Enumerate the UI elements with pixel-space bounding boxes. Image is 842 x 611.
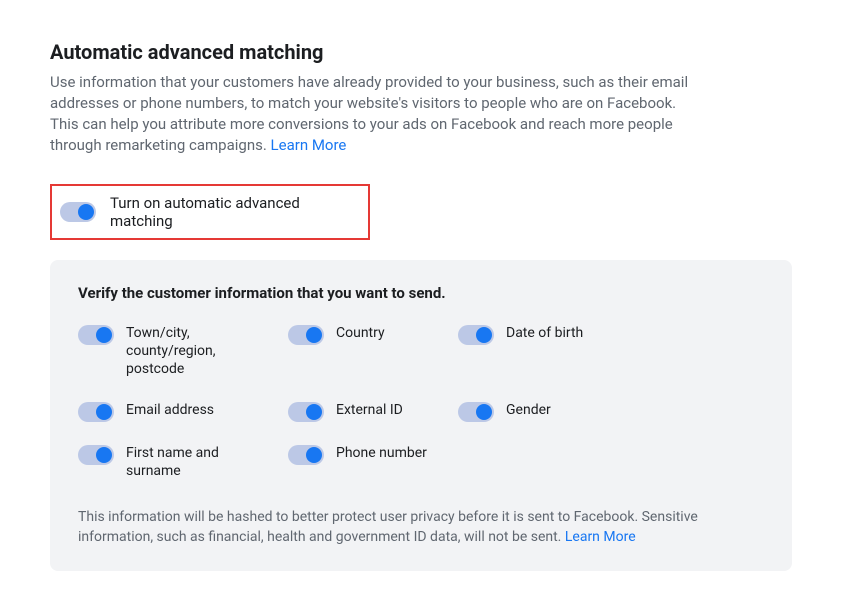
option-label: Country — [336, 324, 385, 342]
option-country: Country — [288, 324, 458, 379]
option-toggle-external-id[interactable] — [288, 402, 324, 422]
option-label: Town/city, county/region, postcode — [126, 324, 266, 379]
main-toggle-label: Turn on automatic advanced matching — [110, 194, 360, 230]
toggle-knob — [476, 404, 492, 420]
option-toggle-town-city[interactable] — [78, 325, 114, 345]
option-toggle-gender[interactable] — [458, 402, 494, 422]
option-gender: Gender — [458, 401, 638, 422]
toggle-knob — [78, 204, 94, 220]
option-label: Date of birth — [506, 324, 583, 342]
option-external-id: External ID — [288, 401, 458, 422]
option-dob: Date of birth — [458, 324, 638, 379]
toggle-knob — [476, 327, 492, 343]
option-toggle-country[interactable] — [288, 325, 324, 345]
option-town-city: Town/city, county/region, postcode — [78, 324, 288, 379]
verify-panel: Verify the customer information that you… — [50, 260, 792, 571]
description-text: Use information that your customers have… — [50, 73, 688, 154]
toggle-knob — [306, 404, 322, 420]
toggle-knob — [306, 327, 322, 343]
option-phone: Phone number — [288, 444, 458, 480]
option-email: Email address — [78, 401, 288, 422]
toggle-knob — [306, 447, 322, 463]
section-description: Use information that your customers have… — [50, 72, 690, 156]
toggle-knob — [96, 404, 112, 420]
verify-heading: Verify the customer information that you… — [78, 284, 764, 302]
option-label: Email address — [126, 401, 214, 419]
option-label: External ID — [336, 401, 403, 419]
option-toggle-phone[interactable] — [288, 445, 324, 465]
option-name: First name and surname — [78, 444, 288, 480]
option-label: Gender — [506, 401, 551, 419]
main-toggle[interactable] — [60, 202, 96, 222]
verify-footnote: This information will be hashed to bette… — [78, 508, 764, 547]
section-heading: Automatic advanced matching — [50, 40, 792, 64]
learn-more-link[interactable]: Learn More — [271, 136, 347, 154]
option-toggle-name[interactable] — [78, 445, 114, 465]
toggle-knob — [96, 447, 112, 463]
option-toggle-email[interactable] — [78, 402, 114, 422]
footnote-learn-more-link[interactable]: Learn More — [565, 529, 636, 545]
options-grid: Town/city, county/region, postcode Count… — [78, 324, 764, 480]
toggle-knob — [96, 327, 112, 343]
option-toggle-dob[interactable] — [458, 325, 494, 345]
option-label: Phone number — [336, 444, 427, 462]
option-label: First name and surname — [126, 444, 266, 480]
main-toggle-row: Turn on automatic advanced matching — [50, 184, 370, 240]
